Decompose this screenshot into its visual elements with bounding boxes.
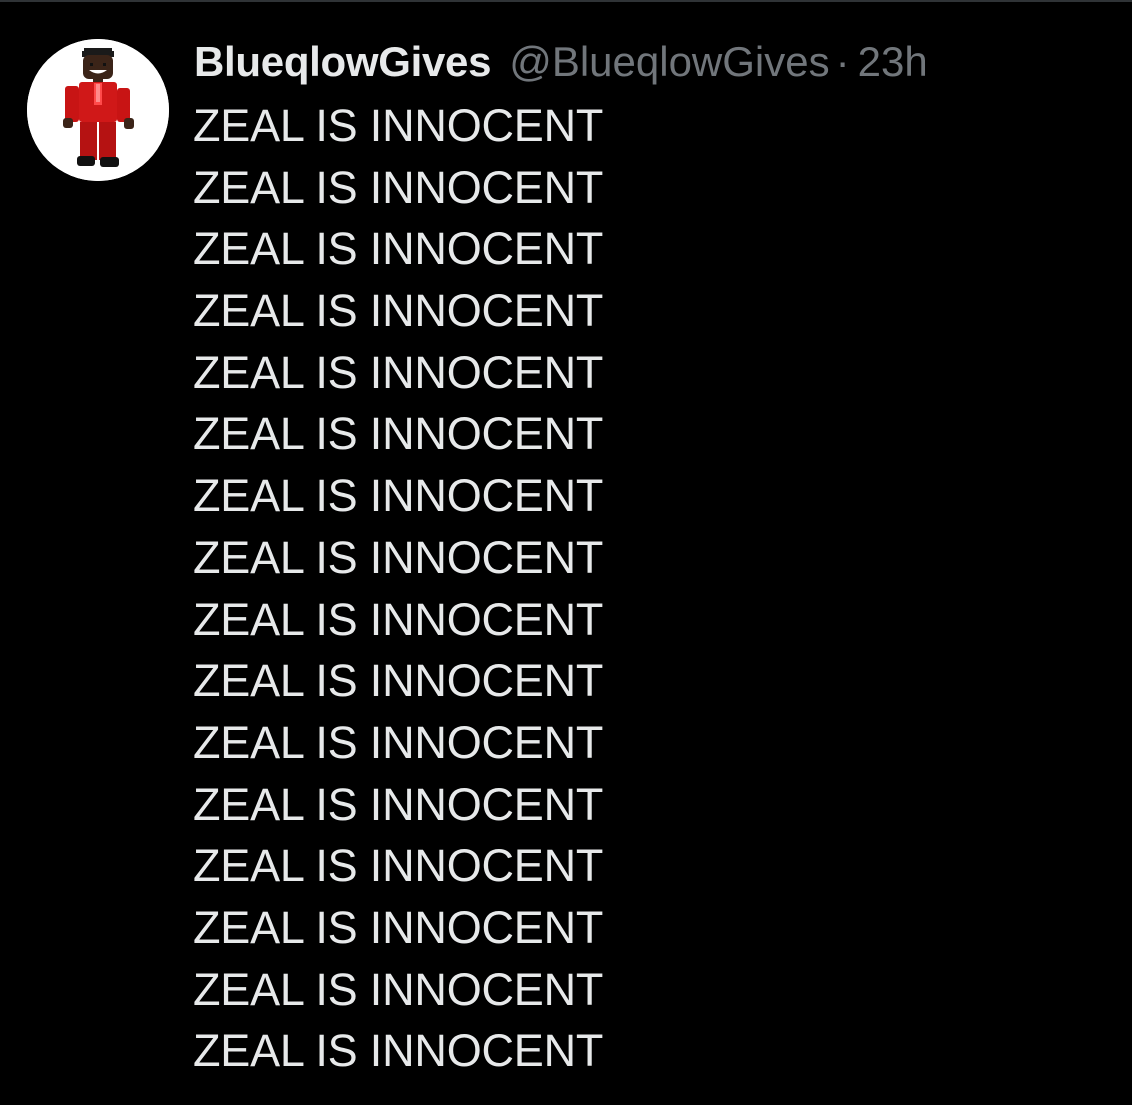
separator-dot: · bbox=[835, 38, 850, 85]
tweet-text-line: ZEAL IS INNOCENT bbox=[193, 901, 604, 953]
tweet-text-line: ZEAL IS INNOCENT bbox=[193, 716, 604, 768]
tweet-text-line: ZEAL IS INNOCENT bbox=[193, 778, 604, 830]
tweet-text-line: ZEAL IS INNOCENT bbox=[193, 223, 604, 275]
tweet-text-line: ZEAL IS INNOCENT bbox=[193, 100, 604, 151]
tweet-text-line: ZEAL IS INNOCENT bbox=[193, 593, 604, 645]
tweet-text-line: ZEAL IS INNOCENT bbox=[193, 408, 604, 460]
tweet-text-line: ZEAL IS INNOCENT bbox=[193, 285, 604, 337]
tweet-text-line: ZEAL IS INNOCENT bbox=[193, 346, 604, 398]
tweet-text-line: ZEAL IS INNOCENT bbox=[193, 470, 604, 522]
avatar[interactable] bbox=[27, 39, 169, 181]
author-handle[interactable]: @BlueqlowGives bbox=[509, 36, 829, 88]
tweet-text-line: ZEAL IS INNOCENT bbox=[193, 840, 604, 892]
roblox-avatar-icon bbox=[27, 39, 169, 181]
tweet-header: BlueqlowGives @BlueqlowGives · 23h bbox=[194, 36, 928, 88]
tweet-text-line: ZEAL IS INNOCENT bbox=[193, 531, 604, 583]
tweet-text-line: ZEAL IS INNOCENT bbox=[193, 655, 604, 707]
tweet-text-line: ZEAL IS INNOCENT bbox=[193, 161, 604, 213]
tweet-text: ZEAL IS INNOCENT ZEAL IS INNOCENT ZEAL I… bbox=[193, 95, 1093, 1082]
tweet-timestamp[interactable]: 23h bbox=[858, 36, 928, 88]
tweet[interactable]: BlueqlowGives @BlueqlowGives · 23h ZEAL … bbox=[0, 0, 1132, 1105]
tweet-text-line: ZEAL IS INNOCENT bbox=[193, 963, 604, 1015]
author-display-name[interactable]: BlueqlowGives bbox=[194, 36, 491, 88]
tweet-text-line: ZEAL IS INNOCENT bbox=[193, 1025, 604, 1077]
